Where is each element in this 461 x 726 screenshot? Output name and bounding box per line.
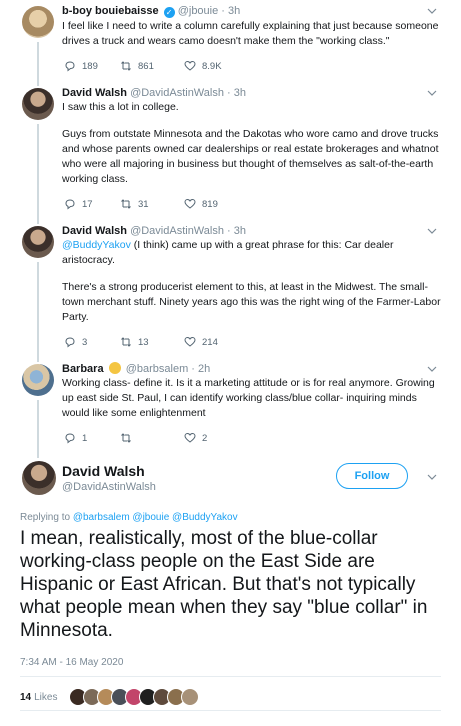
like-count: 819 [202, 198, 218, 210]
heart-icon [184, 198, 196, 209]
emoji-icon [108, 362, 121, 374]
author-handle[interactable]: @jbouie [178, 5, 219, 17]
author-name[interactable]: b-boy bouiebaisse [62, 5, 159, 17]
author-name[interactable]: Barbara [62, 363, 104, 375]
like-button[interactable]: 8.9K [184, 60, 222, 72]
tweet-header: b-boy bouiebaisse ✓ @jbouie · 3h [62, 5, 241, 18]
reply-count: 189 [82, 60, 98, 72]
avatar[interactable] [22, 88, 54, 120]
author-handle[interactable]: @barbsalem [126, 363, 189, 375]
retweet-button[interactable] [120, 432, 138, 444]
main-tweet-actions [20, 716, 440, 726]
tweet-header: David Walsh @DavidAstinWalsh · 3h [62, 225, 247, 237]
chevron-down-icon[interactable] [427, 364, 437, 374]
retweet-button[interactable]: 31 [120, 198, 149, 210]
retweet-count: 31 [138, 198, 149, 210]
thread-connector [37, 262, 39, 362]
reply-count: 3 [82, 336, 88, 348]
reply-button[interactable]: 3 [64, 336, 87, 348]
chevron-down-icon[interactable] [427, 88, 437, 98]
thread-connector [37, 42, 39, 86]
tweet-time[interactable]: 3h [228, 5, 240, 17]
author-handle[interactable]: @DavidAstinWalsh [130, 87, 224, 99]
retweet-button[interactable]: 861 [120, 60, 154, 72]
reply-count: 1 [82, 432, 88, 444]
tweet-text: Working class- define it. Is it a market… [62, 377, 435, 419]
reply-button[interactable]: 17 [64, 198, 93, 210]
tweet-header: Barbara @barbsalem · 2h [62, 362, 211, 375]
tweet-text: I saw this a lot in college. Guys from o… [62, 101, 439, 185]
likes-count: 14 [20, 691, 32, 703]
thread-connector [37, 124, 39, 224]
follow-button[interactable]: Follow [336, 463, 408, 489]
retweet-icon [121, 199, 131, 209]
like-button[interactable]: 214 [184, 336, 218, 348]
retweet-count: 13 [138, 336, 149, 348]
author-name[interactable]: David Walsh [62, 225, 127, 237]
thread-connector [37, 400, 39, 458]
author-handle[interactable]: @DavidAstinWalsh [130, 225, 224, 237]
reply-button[interactable]: 1 [64, 432, 87, 444]
retweet-icon [121, 433, 131, 443]
avatar[interactable] [22, 6, 54, 38]
like-count: 8.9K [202, 60, 222, 72]
retweet-icon [121, 61, 131, 71]
avatar[interactable] [22, 226, 54, 258]
reply-icon [65, 61, 75, 72]
reply-button[interactable]: 189 [64, 60, 98, 72]
likes-label: Likes [34, 691, 58, 703]
tweet-time[interactable]: 2h [198, 363, 210, 375]
likes-row[interactable]: 14 Likes [20, 688, 200, 706]
like-button[interactable]: 819 [184, 198, 218, 210]
tweet-text: I feel like I need to write a column car… [62, 20, 439, 47]
reply-icon [65, 337, 75, 348]
retweet-button[interactable]: 13 [120, 336, 149, 348]
heart-icon [184, 60, 196, 71]
liker-avatars[interactable] [69, 688, 200, 706]
like-count: 214 [202, 336, 218, 348]
tweet-time[interactable]: 3h [234, 225, 246, 237]
main-avatar[interactable] [22, 461, 56, 495]
retweet-count: 861 [138, 60, 154, 72]
main-author-name[interactable]: David Walsh [62, 463, 145, 479]
tweet-header: David Walsh @DavidAstinWalsh · 3h [62, 87, 247, 99]
reply-icon [65, 433, 75, 444]
chevron-down-icon[interactable] [427, 6, 437, 16]
main-tweet-timestamp[interactable]: 7:34 AM - 16 May 2020 [20, 657, 123, 668]
divider [20, 710, 441, 711]
heart-icon [184, 336, 196, 347]
heart-icon [184, 432, 196, 443]
reply-count: 17 [82, 198, 93, 210]
like-button[interactable]: 2 [184, 432, 207, 444]
tweet-time[interactable]: 3h [234, 87, 246, 99]
main-author-handle[interactable]: @DavidAstinWalsh [62, 481, 156, 493]
main-tweet-text: I mean, realistically, most of the blue-… [20, 528, 428, 641]
author-name[interactable]: David Walsh [62, 87, 127, 99]
chevron-down-icon[interactable] [427, 226, 437, 236]
retweet-icon [121, 337, 131, 347]
divider [20, 676, 441, 677]
replying-to-links[interactable]: @barbsalem @jbouie @BuddyYakov [73, 512, 238, 523]
replying-to: Replying to @barbsalem @jbouie @BuddyYak… [20, 512, 238, 523]
reply-icon [65, 199, 75, 210]
chevron-down-icon[interactable] [427, 472, 437, 482]
mention-link[interactable]: @BuddyYakov [62, 239, 131, 251]
avatar[interactable] [22, 364, 54, 396]
liker-avatar[interactable] [181, 688, 200, 706]
tweet-text: @BuddyYakov (I think) came up with a gre… [62, 239, 441, 323]
like-count: 2 [202, 432, 208, 444]
verified-icon: ✓ [163, 7, 175, 18]
